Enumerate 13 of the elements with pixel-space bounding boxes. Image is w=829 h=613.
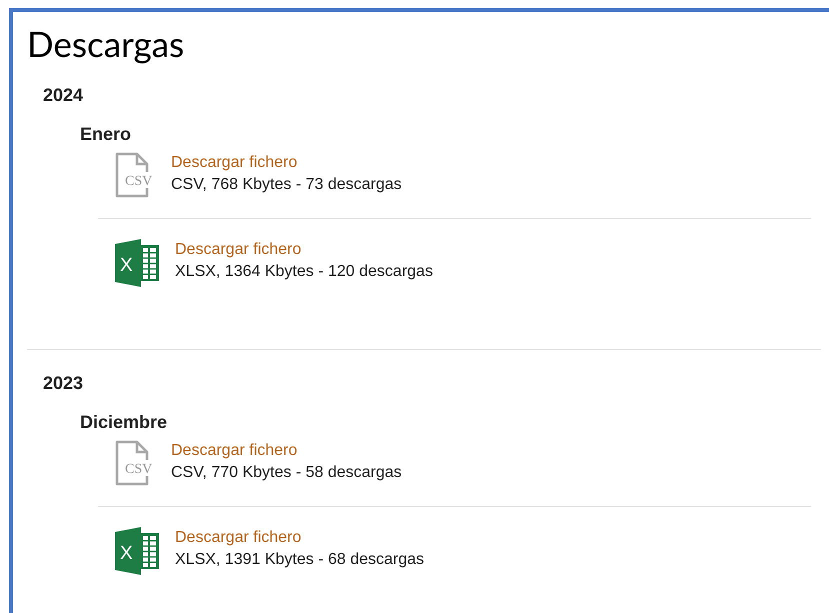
month-heading: Diciembre [80, 411, 168, 434]
file-info: CSV, 768 Kbytes - 73 descargas [171, 175, 402, 195]
page-title: Descargas [27, 22, 186, 66]
file-info: XLSX, 1391 Kbytes - 68 descargas [175, 550, 424, 570]
download-link[interactable]: Descargar fichero [175, 239, 433, 261]
file-info: XLSX, 1364 Kbytes - 120 descargas [175, 262, 433, 282]
year-heading: 2024 [42, 84, 84, 107]
download-link[interactable]: Descargar fichero [175, 527, 424, 549]
download-link[interactable]: Descargar fichero [171, 152, 402, 174]
year-heading: 2023 [42, 372, 84, 395]
month-heading: Enero [80, 123, 132, 146]
download-link[interactable]: Descargar fichero [171, 440, 402, 462]
file-info: CSV, 770 Kbytes - 58 descargas [171, 463, 402, 483]
